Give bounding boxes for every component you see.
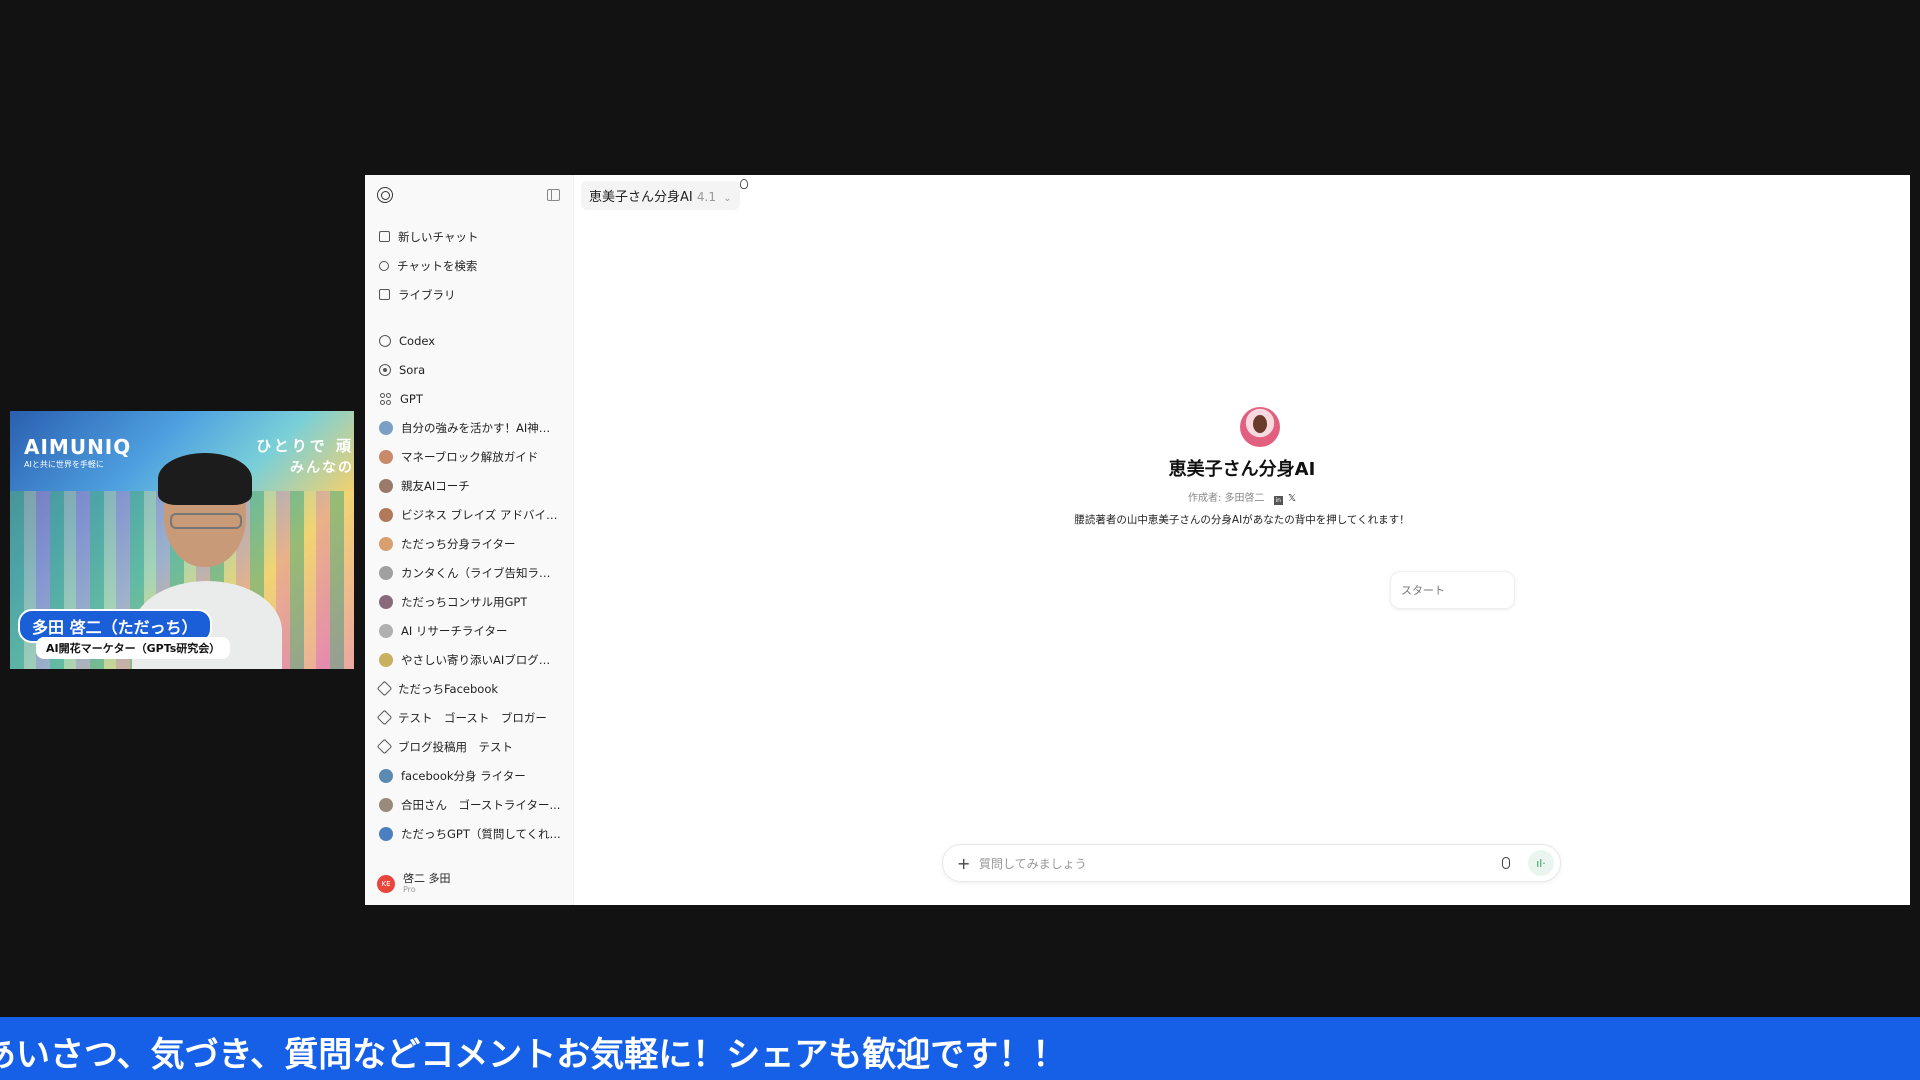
sidebar-item-codex[interactable]: Codex <box>365 326 573 355</box>
gpt-author-line: 作成者: 多田啓二 in 𝕏 <box>574 489 1910 505</box>
gpt-avatar-icon <box>379 478 393 493</box>
codex-icon <box>379 334 391 347</box>
sidebar-gpt-label: 自分の強みを活かす！AI神様... <box>401 420 561 435</box>
starter-button[interactable]: スタート <box>1390 571 1515 609</box>
gpt-avatar-icon <box>379 565 393 580</box>
sidebar-gpt-label: ただっちコンサル用GPT <box>401 594 528 609</box>
sidebar-gpt-item[interactable]: ただっち分身ライター <box>365 529 573 558</box>
gpt-avatar-icon <box>379 449 393 464</box>
sidebar-gpt-label: やさしい寄り添いAIブログラ... <box>401 652 561 667</box>
sidebar-gpt-item[interactable]: 合田さん ゴーストライター... <box>365 790 573 819</box>
chevron-down-icon: ⌄ <box>723 193 732 204</box>
profile-menu[interactable]: KE 啓二 多田 Pro <box>377 872 451 895</box>
webcam-feed: AIMUNIQ AIと共に世界を手軽に ひとりで 頑 みんなの 多田 啓二（ただ… <box>10 411 354 669</box>
gpt-avatar-icon <box>379 768 393 783</box>
webcam-tagline-1: ひとりで 頑 <box>256 437 354 455</box>
gpt-avatar-icon <box>379 826 393 841</box>
webcam-brand-sub: AIと共に世界を手軽に <box>24 460 104 469</box>
gpt-avatar <box>1240 407 1280 447</box>
library-icon <box>379 289 390 300</box>
plus-icon[interactable]: + <box>957 854 971 873</box>
sidebar-gpt-item[interactable]: マネーブロック解放ガイド <box>365 442 573 471</box>
sidebar-gpt-label: マネーブロック解放ガイド <box>401 449 539 464</box>
sidebar-actions: 新しいチャット チャットを検索 ライブラリ <box>365 222 573 309</box>
linkedin-icon[interactable]: in <box>1273 496 1283 505</box>
sidebar-gpt-list: 自分の強みを活かす！AI神様... マネーブロック解放ガイド 親友AIコーチビジネス… <box>365 413 573 848</box>
sidebar-item-library[interactable]: ライブラリ <box>365 280 573 309</box>
sidebar-gpt-label: 合田さん ゴーストライター... <box>401 797 561 812</box>
sidebar-gpt-label: ただっちFacebook <box>398 681 499 696</box>
sidebar-apps: Codex Sora GPT <box>365 326 573 413</box>
microphone-icon[interactable] <box>1502 857 1510 869</box>
composer[interactable]: + 質問してみましょう ıl· <box>942 844 1561 882</box>
sidebar-item-new-chat[interactable]: 新しいチャット <box>365 222 573 251</box>
sidebar-gpt-item[interactable]: カンタくん（ライブ告知ライ... <box>365 558 573 587</box>
chatgpt-window: 新しいチャット チャットを検索 ライブラリ Codex Sora GPT 自分の… <box>365 175 1910 905</box>
message-input[interactable]: 質問してみましょう <box>979 855 1502 872</box>
sidebar-gpt-item[interactable]: ただっちコンサル用GPT <box>365 587 573 616</box>
sidebar-item-sora[interactable]: Sora <box>365 355 573 384</box>
sidebar-gpt-item[interactable]: やさしい寄り添いAIブログラ... <box>365 645 573 674</box>
new-chat-icon <box>379 231 390 242</box>
sidebar-gpt-label: テスト ゴースト ブロガー <box>398 710 547 725</box>
comment-ticker: あいさつ、気づき、質問などコメントお気軽に！シェアも歓迎です！！ <box>0 1017 1920 1080</box>
sidebar-gpt-item[interactable]: facebook分身 ライター <box>365 761 573 790</box>
gpt-avatar-icon <box>379 536 393 551</box>
gpt-author: 作成者: 多田啓二 <box>1188 493 1265 504</box>
model-name: 恵美子さん分身AI <box>589 190 693 205</box>
sidebar-item-search-chats[interactable]: チャットを検索 <box>365 251 573 280</box>
gpt-cube-icon <box>376 738 393 755</box>
mouse-cursor-icon <box>740 179 748 189</box>
model-selector[interactable]: 恵美子さん分身AI 4.1 ⌄ <box>581 181 740 210</box>
gpt-avatar-icon <box>379 594 393 609</box>
x-icon[interactable]: 𝕏 <box>1288 493 1296 504</box>
gpt-avatar-icon <box>379 420 393 435</box>
sidebar-gpt-label: カンタくん（ライブ告知ライ... <box>401 565 561 580</box>
sidebar-gpt-label: AI リサーチライター <box>401 623 508 638</box>
chat-main: 恵美子さん分身AI 4.1 ⌄ 恵美子さん分身AI 作成者: 多田啓二 in 𝕏… <box>574 175 1910 905</box>
sidebar-gpt-item[interactable]: 親友AIコーチ <box>365 471 573 500</box>
presenter-role: AI開花マーケター（GPTs研究会） <box>36 637 231 659</box>
avatar: KE <box>377 874 395 893</box>
sidebar-gpt-label: facebook分身 ライター <box>401 768 526 783</box>
stream-stage: AIMUNIQ AIと共に世界を手軽に ひとりで 頑 みんなの 多田 啓二（ただ… <box>0 0 1920 1080</box>
webcam-brand: AIMUNIQ <box>24 435 132 459</box>
sidebar-gpt-label: ブログ投稿用 テスト <box>398 739 513 754</box>
openai-logo-icon[interactable] <box>377 187 393 203</box>
voice-mode-icon[interactable]: ıl· <box>1528 850 1554 876</box>
sidebar-gpt-label: ただっちGPT（質問してくれ... <box>401 826 561 841</box>
sidebar-gpt-item[interactable]: ただっちFacebook <box>365 674 573 703</box>
sidebar-gpt-item[interactable]: 自分の強みを活かす！AI神様... <box>365 413 573 442</box>
webcam-tagline-2: みんなの <box>290 460 354 476</box>
gpt-title: 恵美子さん分身AI <box>1168 459 1316 480</box>
gpt-cube-icon <box>376 680 393 697</box>
sidebar-gpt-item[interactable]: ビジネス ブレイズ アドバイザ... <box>365 500 573 529</box>
sidebar-gpt-item[interactable]: テスト ゴースト ブロガー <box>365 703 573 732</box>
sidebar-gpt-item[interactable]: ブログ投稿用 テスト <box>365 732 573 761</box>
profile-plan: Pro <box>403 885 416 894</box>
gpt-avatar-icon <box>379 652 393 667</box>
model-version: 4.1 <box>696 190 716 204</box>
gpt-avatar-icon <box>379 797 393 812</box>
gpt-description: 腰読著者の山中恵美子さんの分身AIがあなたの背中を押してくれます！ <box>1074 514 1410 526</box>
profile-name: 啓二 多田 <box>403 872 451 885</box>
gpt-avatar-icon <box>379 623 393 638</box>
gpt-avatar-icon <box>379 507 393 522</box>
sidebar-toggle-icon[interactable] <box>547 189 560 201</box>
sidebar-gpt-label: ただっち分身ライター <box>401 536 516 551</box>
sora-icon <box>379 363 391 376</box>
sidebar-item-gpt[interactable]: GPT <box>365 384 573 413</box>
search-icon <box>379 260 389 271</box>
sidebar-gpt-item[interactable]: ただっちGPT（質問してくれ... <box>365 819 573 848</box>
sidebar-gpt-label: 親友AIコーチ <box>401 478 470 493</box>
gpt-grid-icon <box>379 392 392 405</box>
sidebar: 新しいチャット チャットを検索 ライブラリ Codex Sora GPT 自分の… <box>365 175 574 905</box>
sidebar-gpt-item[interactable]: AI リサーチライター <box>365 616 573 645</box>
gpt-cube-icon <box>376 709 393 726</box>
sidebar-gpt-label: ビジネス ブレイズ アドバイザ... <box>401 507 561 522</box>
